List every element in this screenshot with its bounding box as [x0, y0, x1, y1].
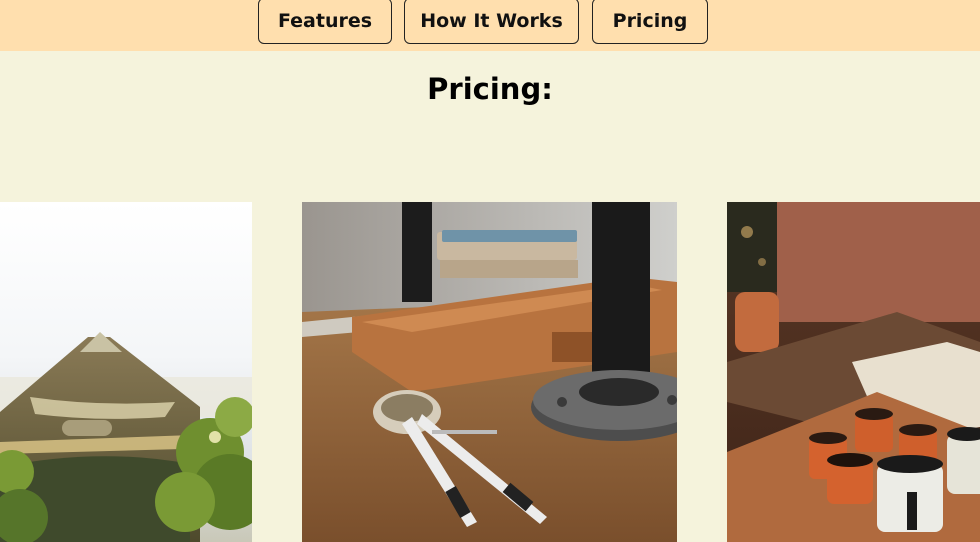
- nav-features-button[interactable]: Features: [258, 0, 392, 44]
- canoe-photo: [0, 202, 252, 542]
- nav-how-it-works-button[interactable]: How It Works: [404, 0, 579, 44]
- nav-pricing-button[interactable]: Pricing: [592, 0, 708, 44]
- page-title: Pricing:: [427, 72, 553, 106]
- mugs-photo: [727, 202, 980, 542]
- desk-photo: [302, 202, 677, 542]
- top-nav-bar: Features How It Works Pricing: [0, 0, 980, 51]
